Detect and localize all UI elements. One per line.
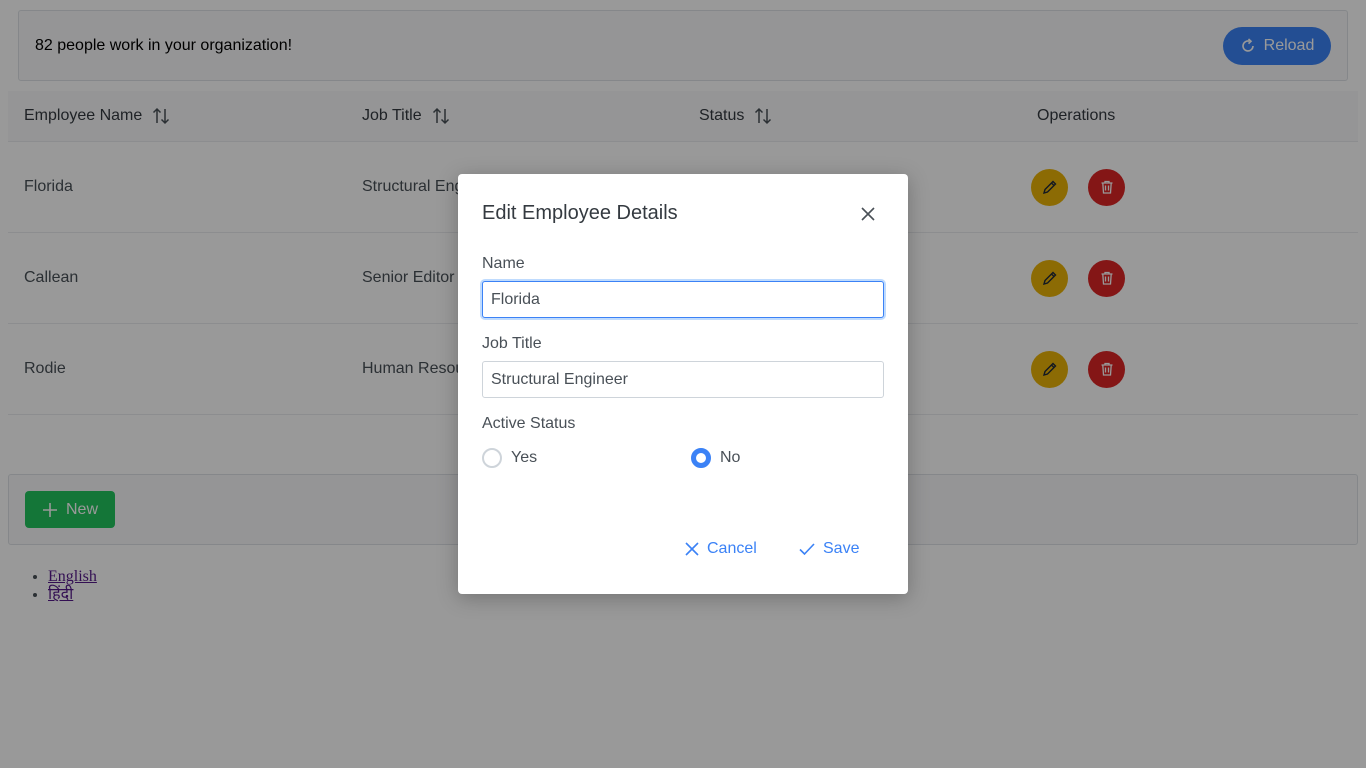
save-label: Save (823, 540, 860, 557)
no-radio[interactable] (691, 448, 711, 468)
dialog-title: Edit Employee Details (482, 202, 678, 224)
yes-radio[interactable] (482, 448, 502, 468)
name-label: Name (482, 255, 525, 272)
status-option-yes[interactable]: Yes (482, 448, 537, 468)
job-title-label: Job Title (482, 335, 542, 352)
close-icon (861, 207, 875, 221)
edit-employee-dialog: Edit Employee Details Name Job Title Act… (458, 174, 908, 594)
cancel-button[interactable]: Cancel (685, 540, 757, 558)
name-input[interactable] (482, 281, 884, 318)
active-status-label: Active Status (482, 415, 576, 432)
job-title-input[interactable] (482, 361, 884, 398)
dialog-close-button[interactable] (856, 202, 880, 226)
yes-label: Yes (511, 449, 538, 466)
check-icon (799, 543, 815, 556)
save-button[interactable]: Save (799, 540, 859, 558)
status-option-no[interactable]: No (691, 448, 740, 468)
cancel-label: Cancel (707, 540, 757, 557)
x-icon (685, 542, 699, 556)
no-label: No (720, 449, 741, 466)
